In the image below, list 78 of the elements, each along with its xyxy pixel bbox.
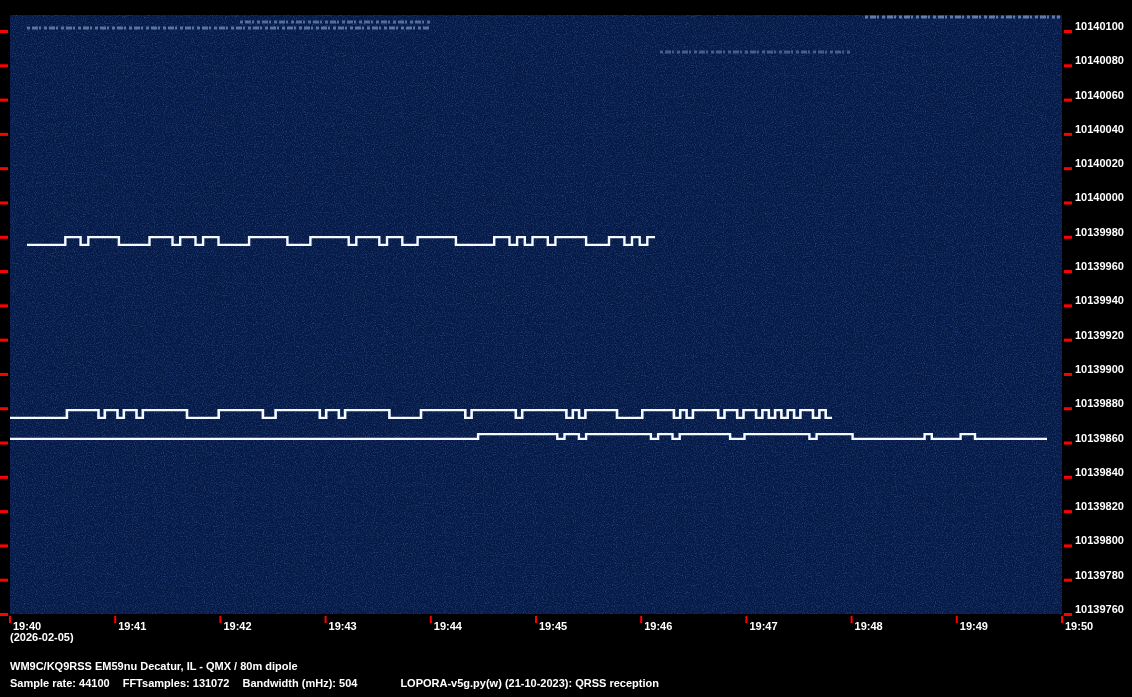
tick-mark <box>1064 510 1072 514</box>
tick-mark <box>0 510 8 514</box>
tick-mark <box>1064 441 1072 445</box>
tick-mark <box>1064 30 1072 33</box>
time-label: 19:47 <box>749 620 778 632</box>
frequency-label: 10140080 <box>1075 54 1124 67</box>
time-label: 19:49 <box>959 620 988 632</box>
tick-mark <box>1064 304 1072 308</box>
tick-mark <box>0 30 8 33</box>
time-label: 19:41 <box>118 620 147 632</box>
tick-mark <box>640 616 643 623</box>
tick-mark <box>0 235 8 239</box>
frequency-label: 10140000 <box>1075 191 1124 204</box>
tick-mark <box>1064 64 1072 68</box>
tick-mark <box>1064 201 1072 205</box>
frequency-label: 10140060 <box>1075 88 1124 101</box>
tick-mark <box>0 270 8 274</box>
setting-text: FFTsamples: 131072 <box>122 676 230 691</box>
frequency-label: 10139920 <box>1075 328 1124 341</box>
tick-mark <box>0 544 8 548</box>
tick-mark <box>0 338 8 342</box>
time-label: 19:43 <box>328 620 357 632</box>
time-label: 19:42 <box>223 620 252 632</box>
tick-mark <box>429 616 432 623</box>
setting-text: Bandwidth (mHz): 504 <box>242 676 358 691</box>
tick-mark <box>114 616 117 623</box>
time-label: 19:45 <box>539 620 568 632</box>
frequency-label: 10140040 <box>1075 122 1124 135</box>
frequency-label: 10139880 <box>1075 397 1124 410</box>
tick-mark <box>1064 338 1072 342</box>
tick-mark <box>219 616 222 623</box>
tick-mark <box>0 441 8 445</box>
station-info: WM9C/KQ9RSS EM59nu Decatur, IL - QMX / 80m dipole <box>10 659 298 674</box>
frequency-label: 10140100 <box>1075 20 1124 32</box>
tick-mark <box>1064 235 1072 239</box>
tick-mark <box>0 304 8 308</box>
frequency-label: 10139800 <box>1075 534 1124 547</box>
tick-mark <box>0 167 8 171</box>
tick-mark <box>0 201 8 205</box>
tick-mark <box>1064 407 1072 411</box>
tick-mark <box>0 372 8 376</box>
tick-mark <box>0 407 8 411</box>
time-label: 19:46 <box>644 620 673 632</box>
frequency-label: 10139960 <box>1075 260 1124 273</box>
tick-mark <box>1064 132 1072 136</box>
frequency-label: 10139940 <box>1075 294 1124 307</box>
frequency-label: 10139860 <box>1075 431 1124 444</box>
time-label: 19:50 <box>1065 620 1094 632</box>
tick-mark <box>1064 544 1072 548</box>
tick-mark <box>1064 475 1072 479</box>
tick-mark <box>1064 270 1072 274</box>
software-info: LOPORA-v5g.py(w) (21-10-2023): QRSS reception <box>400 676 659 691</box>
tick-mark <box>955 616 958 623</box>
frequency-label: 10139840 <box>1075 465 1124 478</box>
tick-mark <box>1064 578 1072 582</box>
tick-mark <box>1064 167 1072 171</box>
time-label: 19:40 <box>13 620 42 632</box>
tick-mark <box>0 64 8 68</box>
tick-mark <box>850 616 853 623</box>
frequency-label: 10139820 <box>1075 500 1124 513</box>
date-label: (2026-02-05) <box>10 631 74 643</box>
frequency-label: 10139760 <box>1075 603 1124 615</box>
tick-mark <box>0 98 8 102</box>
frequency-label: 10140020 <box>1075 157 1124 170</box>
time-label: 19:48 <box>854 620 883 632</box>
tick-mark <box>1064 98 1072 102</box>
frequency-label: 10139900 <box>1075 362 1124 375</box>
tick-mark <box>0 475 8 479</box>
setting-text: Sample rate: 44100 <box>10 676 110 691</box>
tick-mark <box>535 616 537 623</box>
tick-mark <box>0 578 8 582</box>
tick-mark <box>1064 372 1072 376</box>
tick-mark <box>324 616 327 623</box>
tick-mark <box>0 132 8 136</box>
frequency-label: 10139980 <box>1075 225 1124 238</box>
time-label: 19:44 <box>433 620 462 632</box>
tick-mark <box>745 616 748 623</box>
frequency-label: 10139780 <box>1075 568 1124 581</box>
